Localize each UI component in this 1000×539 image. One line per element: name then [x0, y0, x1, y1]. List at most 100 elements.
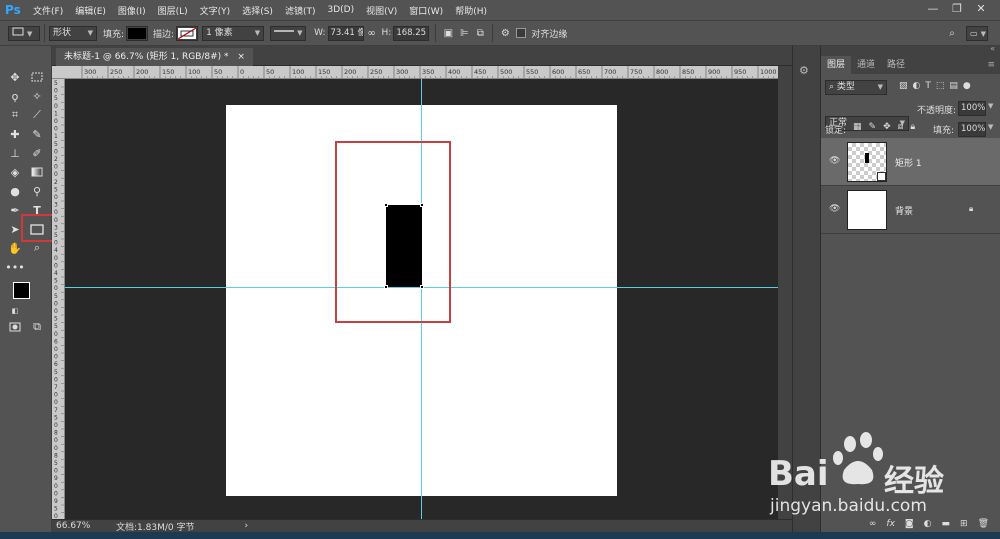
- brush-tool-icon[interactable]: ✎: [28, 125, 46, 143]
- menu-window[interactable]: 窗口(W): [403, 4, 449, 17]
- tool-preset-picker[interactable]: ▼: [8, 25, 40, 41]
- filter-icons: ▨ ◐ T ⬚ ▤ ●: [899, 81, 999, 95]
- eraser-tool-icon[interactable]: ◈: [6, 163, 24, 181]
- crop-tool-icon[interactable]: ⌗: [6, 106, 24, 124]
- watermark-url: jingyan.baidu.com: [770, 496, 927, 516]
- eye-icon[interactable]: 👁︎: [829, 204, 841, 214]
- fill-field[interactable]: 100%: [958, 122, 986, 137]
- stroke-type-select[interactable]: ▼: [270, 25, 307, 41]
- opacity-chevron-icon[interactable]: ▼: [988, 102, 993, 110]
- collapse-icon[interactable]: «: [990, 44, 995, 53]
- filter-smart-icon[interactable]: ▤: [949, 81, 958, 95]
- tab-channels[interactable]: 通道: [851, 56, 881, 74]
- workspace-switcher[interactable]: ▭ ▼: [966, 26, 988, 41]
- anchor-point[interactable]: [384, 285, 388, 289]
- fill-swatch[interactable]: [126, 25, 149, 41]
- healing-brush-tool-icon[interactable]: ✚: [6, 125, 24, 143]
- ruler-label: 700: [604, 68, 616, 76]
- magic-wand-tool-icon[interactable]: ✧: [28, 87, 46, 105]
- restore-icon[interactable]: ❐: [950, 2, 964, 16]
- path-alignment-icon[interactable]: ⊫: [456, 25, 472, 41]
- hand-tool-icon[interactable]: ✋: [6, 239, 24, 257]
- zoom-tool-icon[interactable]: ⌕: [28, 239, 46, 257]
- lock-transparent-icon[interactable]: ▦: [853, 122, 862, 132]
- dodge-tool-icon[interactable]: ⚲: [28, 182, 46, 200]
- ruler-label: 300: [396, 68, 408, 76]
- lasso-tool-icon[interactable]: ϙ: [6, 87, 24, 105]
- link-icon[interactable]: ∞: [364, 25, 380, 41]
- lock-artboard-icon[interactable]: ⧈: [898, 122, 904, 132]
- tool-mode-select[interactable]: 形状 ▼: [49, 25, 97, 41]
- foreground-color-swatch[interactable]: [13, 282, 30, 299]
- stroke-swatch[interactable]: [176, 25, 199, 41]
- layer-row[interactable]: 👁︎ 矩形 1: [821, 138, 1000, 186]
- canvas-workspace[interactable]: [65, 79, 778, 519]
- anchor-point[interactable]: [420, 285, 424, 289]
- anchor-point[interactable]: [420, 203, 424, 207]
- menu-filter[interactable]: 滤镜(T): [279, 4, 322, 17]
- rectangle-shape[interactable]: [386, 205, 422, 287]
- eye-icon[interactable]: 👁︎: [829, 156, 841, 166]
- menu-select[interactable]: 选择(S): [236, 4, 279, 17]
- filter-type-icon[interactable]: T: [925, 81, 931, 95]
- gradient-tool-icon[interactable]: [28, 163, 46, 181]
- layer-row[interactable]: 👁︎ 背景 🔒︎: [821, 186, 1000, 234]
- fill-chevron-icon[interactable]: ▼: [988, 123, 993, 131]
- height-field[interactable]: 168.25 |: [393, 25, 430, 41]
- panel-menu-icon[interactable]: ≡: [987, 60, 995, 70]
- zoom-level[interactable]: 66.67%: [56, 521, 106, 531]
- screen-mode-icon[interactable]: ⧉: [28, 318, 46, 336]
- lock-image-icon[interactable]: ✎: [869, 122, 877, 132]
- workspace-icon: ▭: [970, 29, 978, 38]
- search-icon[interactable]: ⌕: [944, 25, 960, 41]
- ruler-label: 2: [54, 156, 58, 163]
- gear-icon[interactable]: ⚙: [497, 25, 513, 41]
- menu-bar: Ps 文件(F) 编辑(E) 图像(I) 图层(L) 文字(Y) 选择(S) 滤…: [0, 0, 1000, 20]
- lock-position-icon[interactable]: ✥: [883, 122, 891, 132]
- minimize-icon[interactable]: —: [926, 2, 940, 16]
- tab-paths[interactable]: 路径: [881, 56, 911, 74]
- menu-help[interactable]: 帮助(H): [449, 4, 493, 17]
- menu-layer[interactable]: 图层(L): [152, 4, 194, 17]
- status-menu-arrow[interactable]: ›: [244, 521, 248, 531]
- marquee-tool-icon[interactable]: [28, 68, 46, 86]
- menu-edit[interactable]: 编辑(E): [69, 4, 112, 17]
- filter-pixel-icon[interactable]: ▨: [899, 81, 908, 95]
- menu-view[interactable]: 视图(V): [360, 4, 403, 17]
- opacity-field[interactable]: 100%: [958, 101, 986, 116]
- layer-filter-select[interactable]: ⌕ 类型 ▼: [825, 80, 887, 95]
- filter-shape-icon[interactable]: ⬚: [936, 81, 945, 95]
- menu-3d[interactable]: 3D(D): [321, 5, 360, 15]
- ruler-label: 0: [54, 148, 58, 155]
- anchor-point[interactable]: [384, 203, 388, 207]
- filter-toggle-icon[interactable]: ●: [963, 81, 971, 95]
- filter-adjustment-icon[interactable]: ◐: [913, 81, 921, 95]
- ruler-label: 0: [54, 354, 58, 361]
- document-tab[interactable]: 未标题-1 @ 66.7% (矩形 1, RGB/8#) * ×: [56, 48, 253, 66]
- clone-stamp-tool-icon[interactable]: ⊥: [6, 144, 24, 162]
- quick-mask-icon[interactable]: [6, 318, 24, 336]
- vertical-ruler[interactable]: 5050100150200250300350400450500550600650…: [52, 79, 65, 519]
- path-arrangement-icon[interactable]: ⧉: [472, 25, 488, 41]
- tab-layers[interactable]: 图层: [821, 56, 852, 74]
- eyedropper-tool-icon[interactable]: ⟋: [28, 106, 46, 124]
- move-tool-icon[interactable]: ✥: [6, 68, 24, 86]
- width-field[interactable]: 73.41 像: [327, 25, 364, 41]
- properties-panel-icon[interactable]: ⚙: [799, 64, 815, 78]
- horizontal-ruler[interactable]: 300 250 200 150 100 50 0 50 100 150 200 250 300 350 40…: [52, 66, 778, 79]
- stroke-none-icon: [177, 26, 197, 40]
- menu-type[interactable]: 文字(Y): [194, 4, 237, 17]
- lock-all-icon[interactable]: 🔒︎: [910, 122, 915, 132]
- menu-image[interactable]: 图像(I): [112, 4, 152, 17]
- tool-mode-value: 形状: [53, 27, 72, 38]
- blur-tool-icon[interactable]: ●: [6, 182, 24, 200]
- more-tools-icon[interactable]: •••: [5, 258, 24, 276]
- align-edges-checkbox[interactable]: [516, 28, 527, 38]
- menu-file[interactable]: 文件(F): [27, 4, 69, 17]
- path-operations-icon[interactable]: ▣: [440, 25, 456, 41]
- close-tab-icon[interactable]: ×: [237, 52, 245, 62]
- ruler-label: 9: [54, 498, 58, 505]
- stroke-width-field[interactable]: 1 像素 ▼: [202, 25, 265, 41]
- close-icon[interactable]: ✕: [974, 2, 988, 16]
- history-brush-tool-icon[interactable]: ✐: [28, 144, 46, 162]
